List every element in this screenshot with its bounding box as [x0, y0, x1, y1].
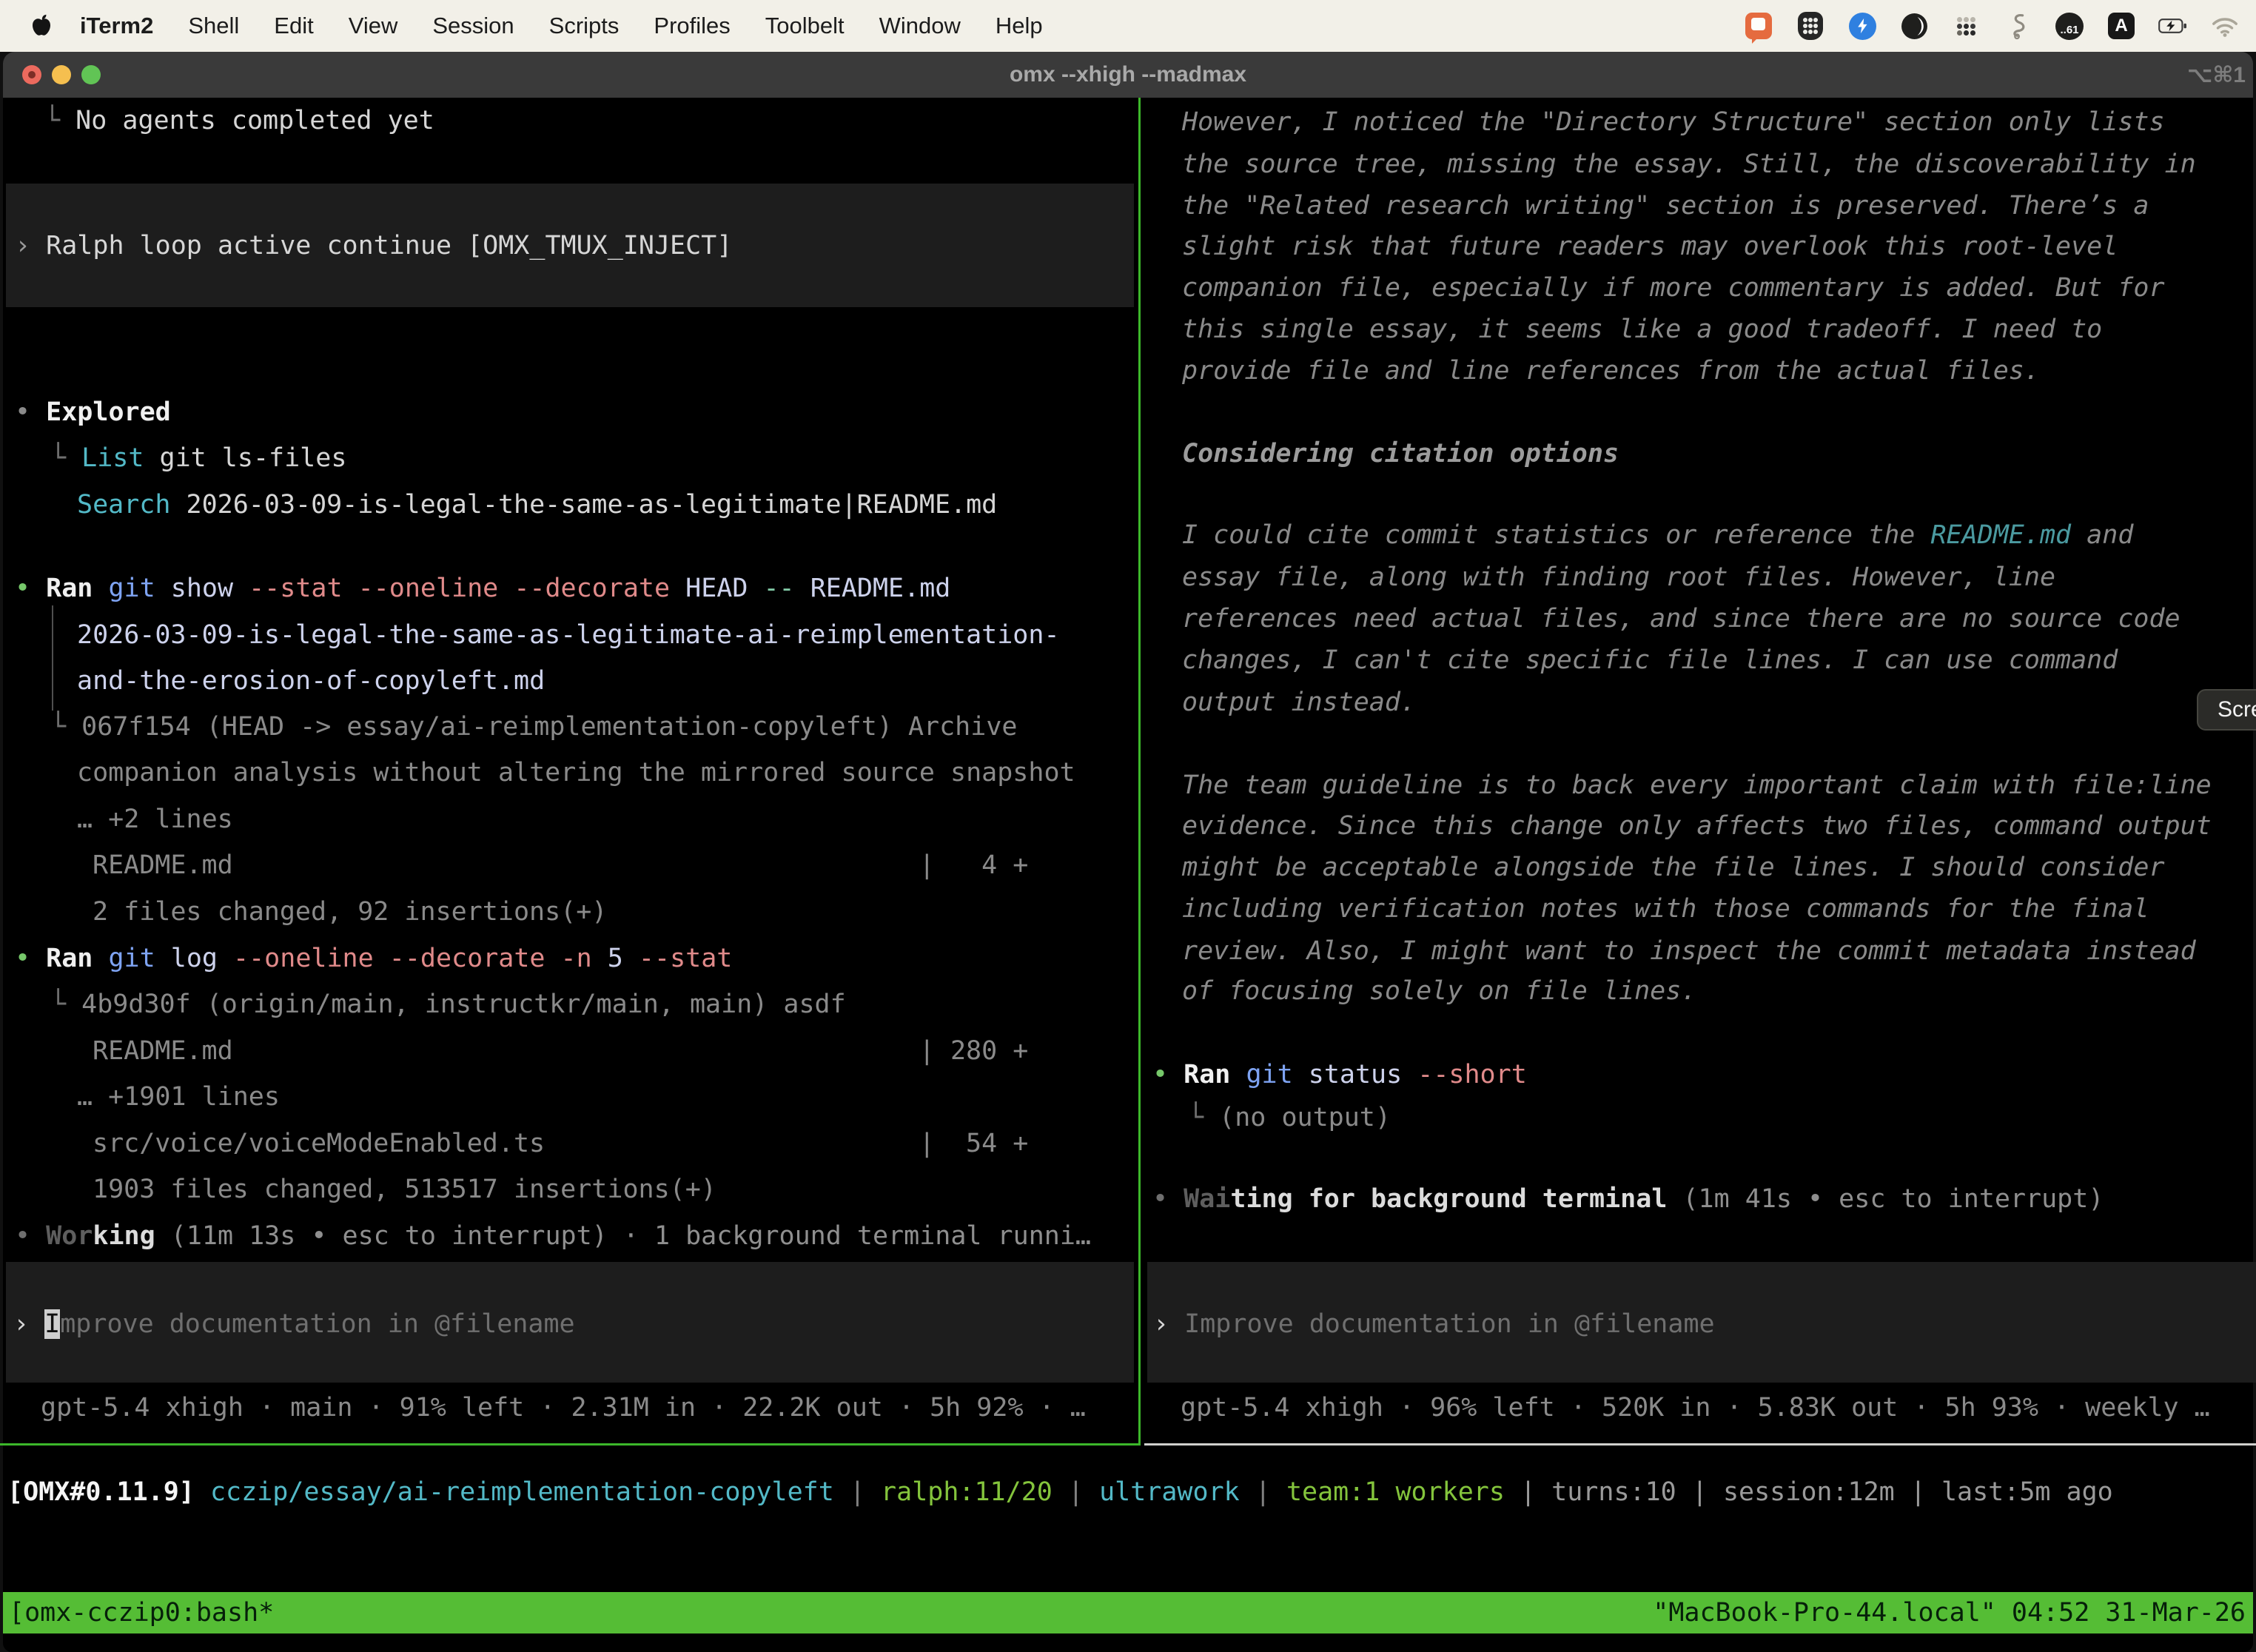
reasoning-line: essay file, along with finding root file… — [1182, 554, 2055, 600]
menu-item-view[interactable]: View — [349, 13, 398, 39]
menu-item-help[interactable]: Help — [996, 13, 1043, 39]
stats-badge-text: ..61 — [2060, 24, 2078, 40]
ralph-loop-line: › Ralph loop active continue [OMX_TMUX_I… — [15, 223, 732, 269]
right-pane-bottom-border — [1144, 1443, 2256, 1446]
command-output-line: └ (no output) — [1188, 1095, 1391, 1141]
reasoning-line: slight risk that future readers may over… — [1182, 224, 2118, 269]
reasoning-line: the source tree, missing the essay. Stil… — [1182, 141, 2196, 187]
window-shortcut-badge: ⌥⌘1 — [2187, 52, 2246, 98]
wifi-icon[interactable] — [2210, 11, 2240, 41]
tooltip-text: Scre — [2218, 697, 2256, 722]
reasoning-line: changes, I can't cite specific file line… — [1182, 637, 2118, 683]
explored-list-line: └ List git ls-files — [50, 435, 346, 481]
keypad-shield-icon[interactable] — [1796, 11, 1825, 41]
menu-item-edit[interactable]: Edit — [274, 13, 313, 39]
command-output-line: … +1901 lines — [77, 1074, 280, 1120]
menu-item-scripts[interactable]: Scripts — [549, 13, 620, 39]
command-output-line: README.md | 280 + — [93, 1028, 1028, 1074]
command-arg-line: 2026-03-09-is-legal-the-same-as-legitima… — [77, 612, 1060, 658]
waiting-status-line: • Waiting for background terminal (1m 41… — [1152, 1176, 2104, 1222]
command-output-line: README.md | 4 + — [93, 842, 1028, 888]
letter-a-text: A — [2115, 16, 2127, 36]
reasoning-heading: Considering citation options — [1182, 431, 1619, 477]
macos-menubar: iTerm2 Shell Edit View Session Scripts Profile… — [0, 0, 2256, 52]
menu-item-session[interactable]: Session — [432, 13, 514, 39]
reasoning-line: The team guideline is to back every impo… — [1182, 762, 2212, 808]
squiggle-icon[interactable] — [2003, 11, 2032, 41]
screenshot-chat-icon[interactable] — [1744, 11, 1773, 41]
blue-bolt-badge-icon[interactable] — [1847, 11, 1877, 41]
ran-git-show-line: • Ran git show --stat --oneline --decora… — [15, 565, 950, 611]
model-status-line-left: gpt-5.4 xhigh · main · 91% left · 2.31M … — [41, 1385, 1086, 1431]
menu-item-window[interactable]: Window — [879, 13, 961, 39]
reasoning-line: However, I noticed the "Directory Struct… — [1182, 99, 2165, 145]
menu-item-iterm2[interactable]: iTerm2 — [80, 13, 153, 39]
letter-a-icon[interactable]: A — [2106, 11, 2136, 41]
prompt-line-right: › Improve documentation in @filename — [1153, 1301, 1715, 1347]
reasoning-line: including verification notes with those … — [1182, 886, 2149, 932]
menu-item-shell[interactable]: Shell — [188, 13, 239, 39]
reasoning-line: references need actual files, and since … — [1182, 596, 2181, 642]
prompt-line-left: › Improve documentation in @filename — [13, 1301, 575, 1347]
command-output-line: 1903 files changed, 513517 insertions(+) — [93, 1166, 716, 1212]
left-pane-bottom-border — [0, 1443, 1138, 1446]
screenshot-tooltip: Scre — [2197, 689, 2256, 731]
reasoning-line: might be acceptable alongside the file l… — [1182, 845, 2165, 890]
model-status-line-right: gpt-5.4 xhigh · 96% left · 520K in · 5.8… — [1181, 1385, 2210, 1431]
window-title: omx --xhigh --madmax — [0, 52, 2256, 98]
stats-circle-icon[interactable]: ..61 — [2055, 11, 2084, 41]
menu-item-profiles[interactable]: Profiles — [654, 13, 730, 39]
working-status-line: • Working (11m 13s • esc to interrupt) ·… — [15, 1213, 1091, 1259]
ran-git-log-line: • Ran git log --oneline --decorate -n 5 … — [15, 936, 732, 981]
reasoning-line: this single essay, it seems like a good … — [1182, 306, 2102, 352]
battery-charging-icon[interactable] — [2158, 11, 2188, 41]
reasoning-line: provide file and line references from th… — [1182, 348, 2040, 394]
reasoning-line: output instead. — [1182, 679, 1416, 725]
reasoning-line: I could cite commit statistics or refere… — [1182, 512, 2133, 558]
no-agents-line: └ No agents completed yet — [44, 98, 434, 144]
pane-divider[interactable] — [1138, 98, 1141, 1446]
command-output-line: … +2 lines — [77, 796, 233, 842]
reasoning-line: evidence. Since this change only affects… — [1182, 803, 2212, 849]
command-output-line: └ 4b9d30f (origin/main, instructkr/main,… — [50, 981, 846, 1027]
ran-git-status-line: • Ran git status --short — [1152, 1052, 1527, 1098]
tree-guide-line — [52, 605, 53, 711]
command-output-line: companion analysis without altering the … — [77, 750, 1075, 796]
explored-search-line: Search 2026-03-09-is-legal-the-same-as-l… — [77, 482, 997, 528]
command-output-line: └ 067f154 (HEAD -> essay/ai-reimplementa… — [50, 704, 1017, 750]
reasoning-line: the "Related research writing" section i… — [1182, 183, 2149, 229]
reasoning-line: of focusing solely on file lines. — [1182, 968, 1696, 1014]
tmux-status-bar: [omx-cczip0:bash* "MacBook-Pro-44.local"… — [3, 1592, 2253, 1633]
command-arg-line: and-the-erosion-of-copyleft.md — [77, 658, 545, 704]
menubar-status-icons: ..61 A — [1744, 11, 2256, 41]
command-output-line: src/voice/voiceModeEnabled.ts | 54 + — [93, 1121, 1028, 1166]
dots-grid-icon[interactable] — [1951, 11, 1981, 41]
omx-status-bar: [OMX#0.11.9] cczip/essay/ai-reimplementa… — [7, 1469, 2113, 1515]
apple-logo-icon[interactable] — [30, 13, 53, 39]
contrast-circle-icon[interactable] — [1899, 11, 1929, 41]
command-output-line: 2 files changed, 92 insertions(+) — [93, 889, 607, 935]
tmux-session-label: [omx-cczip0:bash* — [3, 1598, 274, 1628]
menu-item-toolbelt[interactable]: Toolbelt — [765, 13, 845, 39]
menu-items: iTerm2 Shell Edit View Session Scripts Profile… — [80, 13, 1043, 39]
tmux-host-clock: "MacBook-Pro-44.local" 04:52 31-Mar-26 — [1653, 1598, 2253, 1628]
reasoning-line: review. Also, I might want to inspect th… — [1182, 928, 2196, 974]
reasoning-line: companion file, especially if more comme… — [1182, 265, 2165, 311]
explored-heading: • Explored — [15, 389, 171, 435]
